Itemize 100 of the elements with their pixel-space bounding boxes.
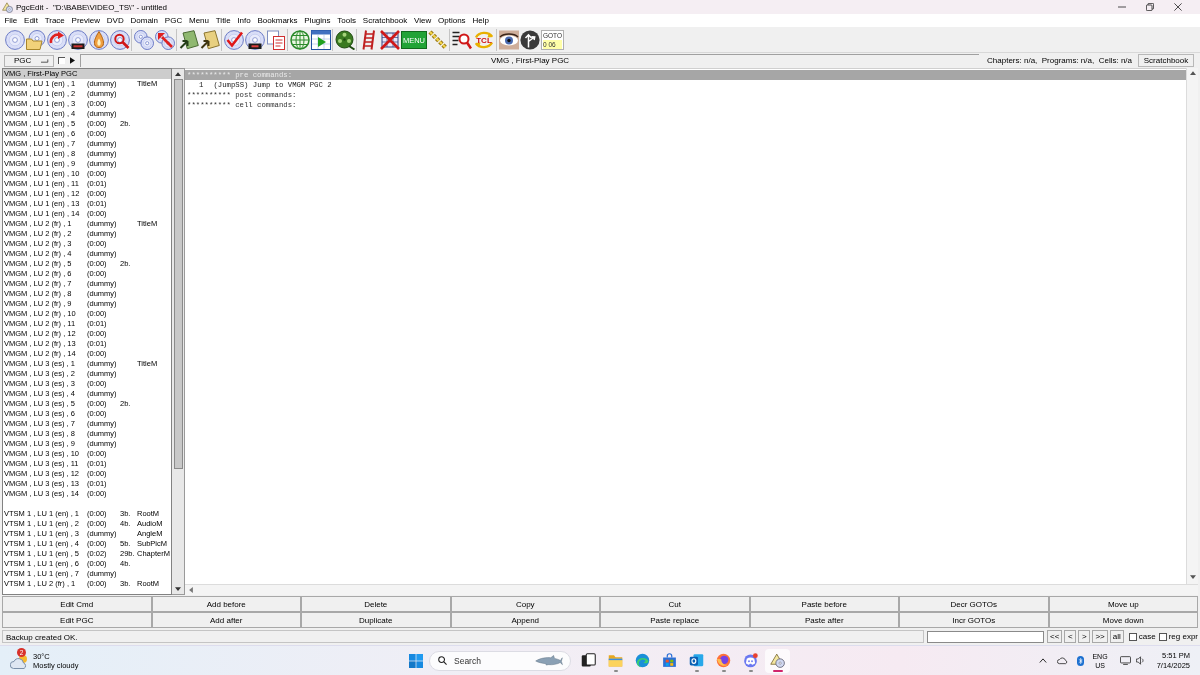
store-icon [662,653,677,668]
browser-icon [635,653,650,668]
windows-logo-icon[interactable] [409,653,423,668]
command-button[interactable]: Paste after [749,612,899,628]
menu-item[interactable]: Tools [333,16,360,25]
task-view-icon [581,653,596,668]
menu-item[interactable]: Help [469,16,493,25]
menu-item[interactable]: Title [212,16,234,25]
status-message: Backup created OK. [2,630,925,643]
speaker-icon[interactable] [1135,656,1145,665]
discs-icon[interactable] [133,29,154,50]
scrollbar-thumb[interactable] [173,79,183,469]
vertical-scrollbar[interactable] [172,68,185,595]
eye-icon[interactable] [498,29,519,50]
menu-item[interactable]: Info [234,16,255,25]
menu-item[interactable]: Preview [68,16,104,25]
search-icon [438,656,447,665]
bluetooth-icon[interactable] [1077,655,1085,666]
disc-label-icon[interactable] [244,29,265,50]
running-indicator [694,669,699,672]
command-button[interactable]: Delete [301,596,451,612]
discs-arrow-icon[interactable] [154,29,175,50]
network-icon[interactable] [1119,656,1131,665]
menu-item[interactable]: PGC [161,16,186,25]
folder-icon [608,653,623,668]
command-button[interactable]: Decr GOTOs [899,596,1049,612]
menu-item[interactable]: Domain [127,16,162,25]
command-button[interactable]: Move up [1048,596,1198,612]
scroll-left-icon[interactable] [189,587,193,593]
document-arrow-icon[interactable] [199,29,220,50]
scroll-down-icon[interactable] [1189,575,1196,579]
command-button[interactable]: Add after [151,612,301,628]
cloud-icon[interactable] [1057,656,1069,665]
nav-button[interactable]: >> [1092,630,1108,643]
menu-item[interactable]: DVD [103,16,128,25]
nav-button[interactable]: < [1064,630,1077,643]
mail-icon [689,653,704,668]
checkbox[interactable] [58,57,65,64]
command-button[interactable]: Cut [600,596,750,612]
find-field[interactable] [927,630,1045,643]
nav-button[interactable]: > [1078,630,1091,643]
search-field[interactable]: Search [429,650,571,671]
close-icon[interactable] [1174,3,1182,11]
command-button[interactable]: Append [450,612,600,628]
globe-icon[interactable] [289,29,310,50]
checkbox-label: reg expr [1168,632,1198,641]
command-button[interactable]: Move down [1048,612,1198,628]
running-indicator [721,669,726,672]
crossed-grid-icon[interactable] [379,29,400,50]
play-window-icon[interactable] [310,29,331,50]
command-button[interactable]: Copy [450,596,600,612]
nav-button[interactable]: << [1047,630,1063,643]
restore-icon[interactable] [1146,3,1154,11]
nav-button[interactable]: all [1109,630,1124,643]
disc-label-icon[interactable] [67,29,88,50]
menu-item[interactable]: Scratchbook [359,16,411,25]
command-button[interactable]: Add before [151,596,301,612]
command-button[interactable]: Duplicate [301,612,451,628]
scratchbook-button[interactable]: Scratchbook [1138,54,1194,67]
film-reel-icon[interactable] [334,29,355,50]
menu-item[interactable]: Edit [20,16,42,25]
scroll-up-icon[interactable] [1189,71,1196,75]
folder-disc-icon[interactable] [25,29,46,50]
checkbox[interactable] [1158,632,1167,641]
play-icon[interactable] [70,57,75,64]
scroll-up-icon[interactable] [175,72,181,76]
checkbox-label: case [1138,632,1156,641]
list-search-icon[interactable] [451,29,472,50]
running-indicator [748,669,753,672]
menu-item[interactable]: View [410,16,435,25]
checkbox[interactable] [1128,632,1137,641]
running-indicator [613,669,618,672]
menu-item[interactable]: Plugins [300,16,334,25]
command-button[interactable]: Paste replace [600,612,750,628]
command-button[interactable]: Edit Cmd [2,596,152,612]
document-arrow-icon[interactable] [178,29,199,50]
horizontal-scrollbar[interactable] [185,584,1198,595]
command-button[interactable]: Incr GOTOs [899,612,1049,628]
chevron-up-icon[interactable] [1039,658,1048,663]
menu-item[interactable]: Menu [185,16,213,25]
menu-item[interactable]: File [1,16,21,25]
pgc-info: Chapters: n/a, Programs: n/a, Cells: n/a [987,56,1132,65]
current-pgc-label: VMG , First-Play PGC [80,54,980,67]
command-button[interactable]: Edit PGC [2,612,152,628]
dropdown-icon [41,58,49,63]
domain-dropdown[interactable]: PGC [4,54,54,67]
disc-check-icon[interactable] [223,29,244,50]
disc-search-icon[interactable] [109,29,130,50]
shark-icon [535,655,563,666]
app-icon [770,653,785,668]
menu-item[interactable]: Bookmarks [254,16,301,25]
command-button[interactable]: Paste before [749,596,899,612]
menu-item[interactable]: Options [434,16,469,25]
copy-icon[interactable] [265,29,286,50]
menu-item[interactable]: Trace [41,16,69,25]
chat-app-icon [743,653,758,668]
scroll-down-icon[interactable] [175,587,181,591]
window-title: PgcEdit - "D:\BABE\VIDEO_TS\" - untitled [16,2,168,12]
disc-icon[interactable] [4,29,25,50]
tcl-button[interactable]: TCL [472,29,495,50]
